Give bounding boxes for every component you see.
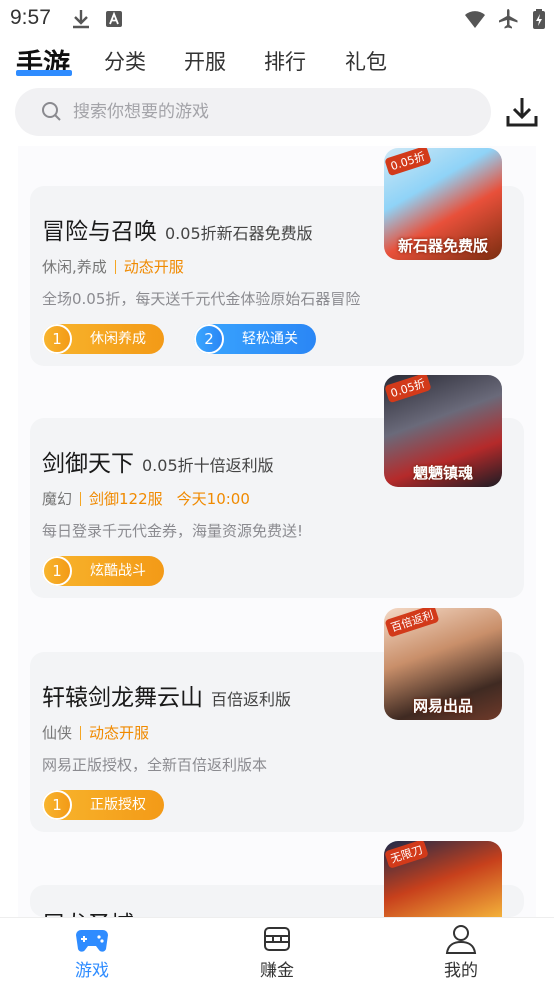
game-title-line: 冒险与召唤 0.05折新石器免费版 bbox=[42, 212, 313, 246]
airplane-icon bbox=[499, 9, 518, 29]
game-thumbnail[interactable]: 0.05折 魍魉镇魂 bbox=[384, 375, 502, 487]
game-tag-highlight: 动态开服 bbox=[89, 724, 150, 742]
game-subtitle: 0.05折新石器免费版 bbox=[165, 224, 313, 243]
game-tag-highlight: 剑御122服 bbox=[89, 490, 163, 508]
discount-badge: 0.05折 bbox=[384, 148, 432, 177]
status-time: 9:57 bbox=[10, 6, 51, 29]
game-title-line: 轩辕剑龙舞云山 百倍返利版 bbox=[42, 678, 291, 712]
app-notification-icon bbox=[106, 11, 122, 27]
wifi-icon bbox=[465, 11, 485, 28]
bottom-nav-label: 赚金 bbox=[260, 961, 294, 981]
bottom-nav-label: 我的 bbox=[444, 961, 478, 981]
thumbnail-caption: 魍魉镇魂 bbox=[412, 464, 473, 482]
game-tag: 休闲,养成 bbox=[42, 258, 107, 276]
game-thumbnail[interactable]: 百倍返利 网易出品 bbox=[384, 608, 502, 720]
game-subtitle: 0.05折十倍返利版 bbox=[142, 456, 274, 475]
search-input[interactable]: 搜索你想要的游戏 bbox=[73, 88, 209, 136]
bottom-nav-earn[interactable]: 赚金 bbox=[237, 924, 317, 981]
search-icon bbox=[42, 102, 61, 121]
bottom-nav-games[interactable]: 游戏 bbox=[52, 924, 132, 981]
game-tag-highlight: 动态开服 bbox=[123, 258, 184, 276]
user-icon bbox=[445, 925, 477, 954]
game-description: 网易正版授权，全新百倍返利版本 bbox=[42, 756, 268, 774]
game-title: 冒险与召唤 bbox=[42, 219, 157, 245]
download-icon[interactable] bbox=[504, 94, 540, 130]
game-description: 全场0.05折，每天送千元代金体验原始石器冒险 bbox=[42, 290, 361, 308]
feature-pill: 1 正版授权 bbox=[42, 790, 164, 820]
tab-ranking[interactable]: 排行 bbox=[264, 46, 306, 76]
game-tags: 仙侠 动态开服 bbox=[42, 722, 149, 743]
active-tab-indicator bbox=[16, 70, 72, 76]
game-thumbnail[interactable]: 0.05折 新石器免费版 bbox=[384, 148, 502, 260]
game-title: 轩辕剑龙舞云山 bbox=[42, 685, 203, 711]
game-tag: 魔幻 bbox=[42, 490, 73, 508]
game-thumbnail[interactable]: 无限刀 bbox=[384, 841, 502, 917]
game-tags: 魔幻 剑御122服 今天10:00 bbox=[42, 488, 250, 509]
game-tag: 仙侠 bbox=[42, 724, 73, 742]
thumbnail-caption: 新石器免费版 bbox=[397, 237, 488, 255]
discount-badge: 0.05折 bbox=[384, 375, 432, 404]
game-title: 屠龙圣域 bbox=[42, 905, 134, 917]
coin-box-icon bbox=[264, 927, 290, 951]
bottom-nav: 游戏 赚金 我的 bbox=[0, 917, 554, 984]
status-bar: 9:57 bbox=[0, 0, 554, 36]
game-subtitle: 百倍返利版 bbox=[211, 690, 292, 709]
game-tags: 休闲,养成 动态开服 bbox=[42, 256, 184, 277]
tab-gifts[interactable]: 礼包 bbox=[345, 46, 387, 76]
download-status-icon bbox=[73, 10, 89, 29]
game-title: 剑御天下 bbox=[42, 451, 134, 477]
bottom-nav-label: 游戏 bbox=[75, 961, 109, 981]
gamepad-icon bbox=[76, 930, 108, 952]
feature-pill: 1 炫酷战斗 bbox=[42, 556, 164, 586]
battery-charging-icon bbox=[533, 9, 545, 29]
discount-badge: 百倍返利 bbox=[384, 608, 440, 638]
search-bar[interactable]: 搜索你想要的游戏 bbox=[15, 88, 491, 136]
tab-categories[interactable]: 分类 bbox=[104, 46, 146, 76]
tab-server-open[interactable]: 开服 bbox=[184, 46, 226, 76]
feature-pill: 2 轻松通关 bbox=[194, 324, 316, 354]
game-tag-highlight: 今天10:00 bbox=[176, 490, 250, 508]
game-title-line: 剑御天下 0.05折十倍返利版 bbox=[42, 444, 274, 478]
bottom-nav-me[interactable]: 我的 bbox=[421, 924, 501, 981]
top-tabs: 手游 分类 开服 排行 礼包 bbox=[0, 40, 554, 82]
game-description: 每日登录千元代金券，海量资源免费送! bbox=[42, 522, 304, 540]
discount-badge: 无限刀 bbox=[384, 841, 429, 869]
thumbnail-caption: 网易出品 bbox=[412, 697, 473, 715]
feature-pill: 1 休闲养成 bbox=[42, 324, 164, 354]
